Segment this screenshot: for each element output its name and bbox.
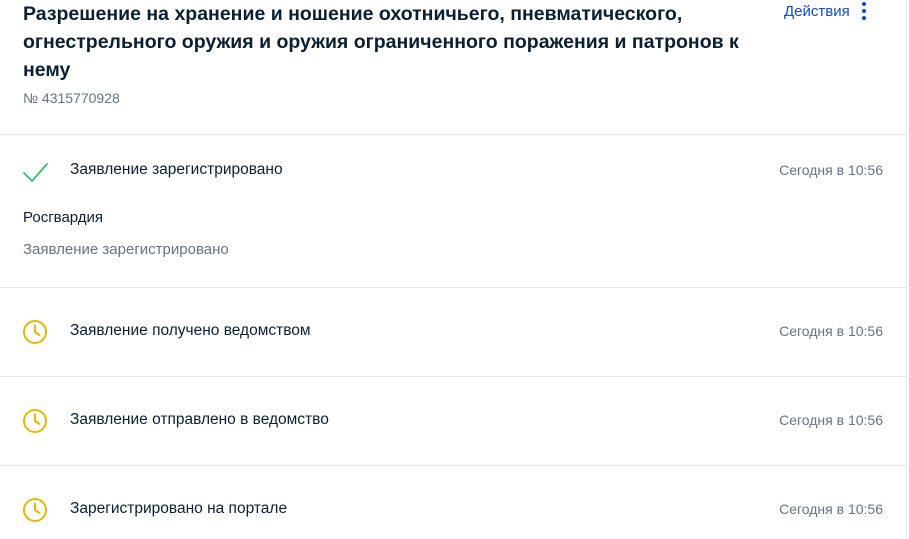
event-title: Заявление получено ведомством bbox=[70, 322, 311, 339]
event-time: Сегодня в 10:56 bbox=[779, 501, 883, 517]
status-event-received: Заявление получено ведомством Сегодня в … bbox=[0, 288, 907, 377]
clock-icon bbox=[23, 409, 47, 433]
status-event-portal: Зарегистрировано на портале Сегодня в 10… bbox=[0, 466, 907, 539]
actions-button[interactable]: Действия bbox=[784, 1, 866, 21]
event-title: Заявление зарегистрировано bbox=[70, 161, 283, 178]
event-time: Сегодня в 10:56 bbox=[779, 323, 883, 339]
organization-status: Заявление зарегистрировано bbox=[23, 241, 229, 258]
actions-label: Действия bbox=[784, 2, 850, 20]
more-vertical-icon bbox=[861, 2, 866, 20]
status-event-sent: Заявление отправлено в ведомство Сегодня… bbox=[0, 377, 907, 466]
event-title: Зарегистрировано на портале bbox=[70, 500, 288, 517]
clock-icon bbox=[23, 498, 47, 522]
page-title: Разрешение на хранение и ношение охотнич… bbox=[23, 3, 739, 81]
organization-name: Росгвардия bbox=[23, 209, 104, 226]
event-title: Заявление отправлено в ведомство bbox=[70, 411, 329, 428]
application-number: № 4315770928 bbox=[23, 90, 120, 106]
application-header: Разрешение на хранение и ношение охотнич… bbox=[0, 0, 907, 135]
event-time: Сегодня в 10:56 bbox=[779, 412, 883, 428]
clock-icon bbox=[23, 320, 47, 344]
event-time: Сегодня в 10:56 bbox=[779, 162, 883, 178]
application-card: Разрешение на хранение и ношение охотнич… bbox=[0, 0, 907, 539]
check-icon bbox=[23, 163, 48, 182]
status-event-registered: Заявление зарегистрировано Сегодня в 10:… bbox=[0, 135, 907, 288]
